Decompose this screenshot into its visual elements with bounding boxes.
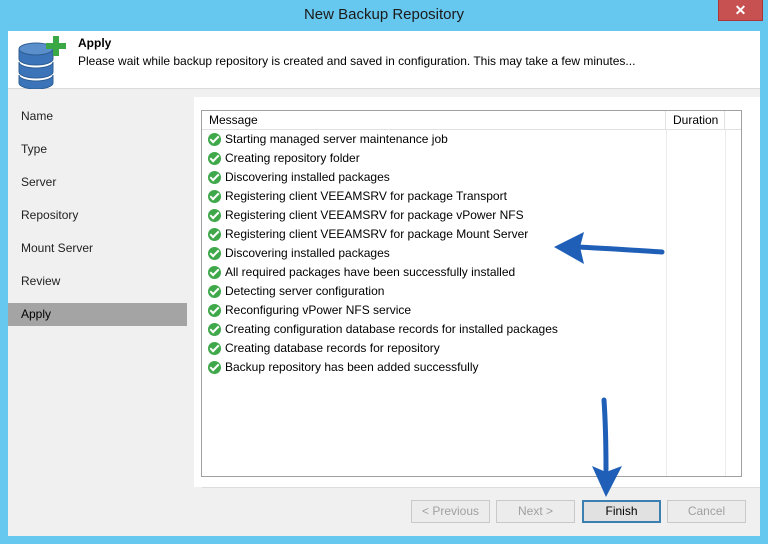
log-row: Creating database records for repository (202, 339, 666, 358)
log-row: Creating configuration database records … (202, 320, 666, 339)
log-row: Creating repository folder (202, 149, 666, 168)
log-row: Discovering installed packages (202, 168, 666, 187)
column-header-duration[interactable]: Duration (666, 111, 725, 130)
log-message: Registering client VEEAMSRV for package … (225, 208, 524, 222)
cancel-button[interactable]: Cancel (667, 500, 746, 523)
wizard-steps-nav: Name Type Server Repository Mount Server… (8, 95, 188, 505)
log-row: Registering client VEEAMSRV for package … (202, 206, 666, 225)
success-check-icon (208, 342, 221, 355)
nav-step-review[interactable]: Review (8, 270, 187, 293)
log-row: Reconfiguring vPower NFS service (202, 301, 666, 320)
database-add-icon (18, 36, 66, 89)
window: New Backup Repository ✕ Apply Please wai… (0, 0, 768, 544)
log-message: All required packages have been successf… (225, 265, 516, 279)
column-divider (725, 130, 726, 476)
log-message: Creating database records for repository (225, 341, 440, 355)
log-grid[interactable]: Message Duration Starting managed server… (201, 110, 742, 477)
log-message: Starting managed server maintenance job (225, 132, 448, 146)
nav-step-repository[interactable]: Repository (8, 204, 187, 227)
step-description: Please wait while backup repository is c… (78, 54, 636, 68)
nav-step-mount-server[interactable]: Mount Server (8, 237, 187, 260)
log-message: Reconfiguring vPower NFS service (225, 303, 412, 317)
column-divider (666, 130, 667, 476)
success-check-icon (208, 266, 221, 279)
step-header: Apply Please wait while backup repositor… (8, 31, 760, 89)
title-bar[interactable]: New Backup Repository ✕ (0, 0, 768, 31)
previous-button[interactable]: < Previous (411, 500, 490, 523)
success-check-icon (208, 304, 221, 317)
nav-step-type[interactable]: Type (8, 138, 187, 161)
success-check-icon (208, 323, 221, 336)
log-message: Discovering installed packages (225, 246, 390, 260)
footer-divider (202, 487, 760, 488)
log-row: All required packages have been successf… (202, 263, 666, 282)
dialog-body: Apply Please wait while backup repositor… (8, 31, 760, 536)
button-bar: < Previous Next > Finish Cancel (8, 487, 760, 536)
success-check-icon (208, 247, 221, 260)
log-message: Discovering installed packages (225, 170, 390, 184)
success-check-icon (208, 209, 221, 222)
success-check-icon (208, 285, 221, 298)
main-panel: Message Duration Starting managed server… (194, 97, 760, 507)
log-message: Creating repository folder (225, 151, 360, 165)
success-check-icon (208, 190, 221, 203)
column-header-message[interactable]: Message (202, 111, 666, 130)
window-title: New Backup Repository (303, 6, 465, 23)
success-check-icon (208, 228, 221, 241)
next-button[interactable]: Next > (496, 500, 575, 523)
log-row: Discovering installed packages (202, 244, 666, 263)
step-title: Apply (78, 36, 112, 50)
close-button[interactable]: ✕ (718, 0, 763, 21)
log-row: Detecting server configuration (202, 282, 666, 301)
log-message: Creating configuration database records … (225, 322, 558, 336)
log-message: Backup repository has been added success… (225, 360, 479, 374)
nav-step-server[interactable]: Server (8, 171, 187, 194)
log-message: Registering client VEEAMSRV for package … (225, 227, 529, 241)
log-message: Detecting server configuration (225, 284, 385, 298)
success-check-icon (208, 361, 221, 374)
finish-button[interactable]: Finish (582, 500, 661, 523)
log-row: Backup repository has been added success… (202, 358, 666, 377)
log-row: Registering client VEEAMSRV for package … (202, 187, 666, 206)
success-check-icon (208, 133, 221, 146)
nav-step-apply[interactable]: Apply (8, 303, 187, 326)
success-check-icon (208, 152, 221, 165)
grid-header: Message Duration (202, 111, 741, 130)
log-row: Starting managed server maintenance job (202, 130, 666, 149)
nav-step-name[interactable]: Name (8, 105, 187, 128)
log-message: Registering client VEEAMSRV for package … (225, 189, 507, 203)
success-check-icon (208, 171, 221, 184)
log-row: Registering client VEEAMSRV for package … (202, 225, 666, 244)
